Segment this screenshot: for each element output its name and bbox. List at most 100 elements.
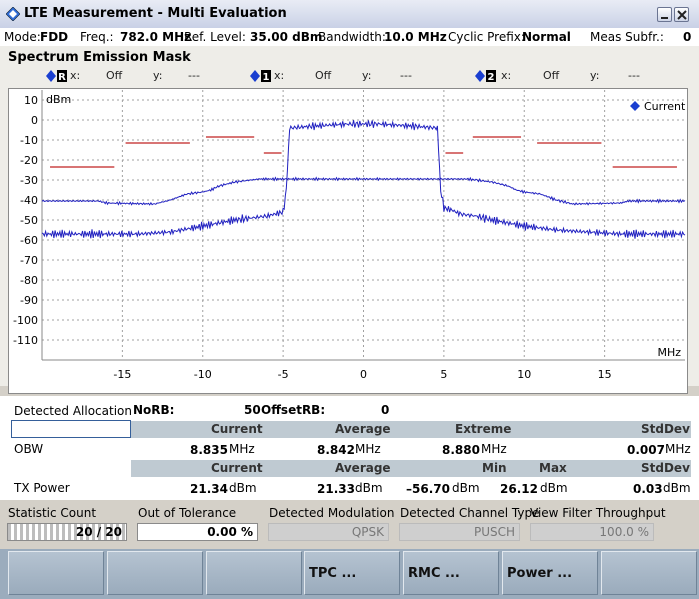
offsetrb-value: 0	[381, 403, 390, 417]
y-tick-label: -40	[20, 194, 38, 207]
obw-average-unit: MHz	[355, 442, 381, 456]
txpower-current-unit: dBm	[229, 481, 257, 495]
x-tick-label: -5	[278, 368, 289, 381]
out-of-tolerance-label: Out of Tolerance	[138, 506, 237, 520]
out-of-tolerance-field: 0.00 %	[137, 523, 258, 541]
app-logo-icon	[6, 7, 20, 21]
marker-r-icon[interactable]: R	[46, 70, 68, 82]
marker-r-x-label: x:	[70, 69, 81, 82]
y-tick-label: -50	[20, 214, 38, 227]
softkey-bar: TPC ... RMC ... Power ...	[0, 549, 699, 599]
y-tick-label: -90	[20, 294, 38, 307]
allocation-input[interactable]	[11, 420, 131, 438]
softkey-1[interactable]	[8, 551, 104, 595]
txpower-max-unit: dBm	[540, 481, 568, 495]
txpower-header-max: Max	[539, 461, 567, 475]
cyclic-prefix-label: Cyclic Prefix:	[448, 30, 525, 44]
y-tick-label: -20	[20, 154, 38, 167]
offsetrb-label: OffsetRB:	[261, 403, 326, 417]
obw-header-extreme: Extreme	[455, 422, 512, 436]
marker-1-y-value: ---	[400, 69, 412, 82]
statistics-row: Statistic Count 20 / 20 Out of Tolerance…	[0, 503, 699, 547]
obw-current-unit: MHz	[229, 442, 255, 456]
y-tick-label: 0	[31, 114, 38, 127]
txpower-header-average: Average	[335, 461, 391, 475]
obw-current: 8.835	[190, 443, 228, 457]
detected-channel-type-field: PUSCH	[399, 523, 520, 541]
txpower-stddev-unit: dBm	[663, 481, 691, 495]
txpower-label: TX Power	[14, 481, 70, 495]
bandwidth-label: Bandwidth:	[318, 30, 386, 44]
legend-label: Current	[644, 100, 686, 113]
y-tick-label: -30	[20, 174, 38, 187]
softkey-2[interactable]	[107, 551, 203, 595]
y-tick-label: -70	[20, 254, 38, 267]
meas-subframe-value: 0	[683, 30, 692, 44]
obw-header-average: Average	[335, 422, 391, 436]
marker-1-x-value: Off	[315, 69, 332, 82]
marker-2-x-label: x:	[501, 69, 512, 82]
detected-allocation-label: Detected Allocation	[14, 404, 132, 418]
softkey-rmc[interactable]: RMC ...	[403, 551, 499, 595]
bandwidth-value: 10.0 MHz	[384, 30, 447, 44]
txpower-header-min: Min	[482, 461, 507, 475]
norb-label: NoRB:	[133, 403, 175, 417]
softkey-tpc[interactable]: TPC ...	[304, 551, 400, 595]
marker-1-id: 1	[263, 72, 270, 82]
marker-1-icon[interactable]: 1	[250, 70, 272, 82]
txpower-min-unit: dBm	[452, 481, 480, 495]
close-button[interactable]	[674, 7, 689, 22]
x-tick-label: -10	[194, 368, 212, 381]
txpower-header-current: Current	[211, 461, 263, 475]
ref-level-value: 35.00 dBm	[250, 30, 323, 44]
obw-header-stddev: StdDev	[641, 422, 690, 436]
marker-r-x-value: Off	[106, 69, 123, 82]
x-tick-label: 5	[440, 368, 447, 381]
obw-extreme: 8.880	[442, 443, 480, 457]
txpower-header-stddev: StdDev	[641, 461, 690, 475]
txpower-header: Current Average Min Max StdDev	[131, 460, 691, 477]
ref-level-label: Ref. Level:	[184, 30, 246, 44]
softkey-7[interactable]	[601, 551, 697, 595]
x-axis-unit: MHz	[657, 346, 681, 359]
detected-channel-type-label: Detected Channel Type	[400, 506, 540, 520]
softkey-power[interactable]: Power ...	[502, 551, 598, 595]
freq-label: Freq.:	[80, 30, 114, 44]
x-tick-label: 10	[517, 368, 531, 381]
y-tick-label: -10	[20, 134, 38, 147]
detected-modulation-label: Detected Modulation	[269, 506, 395, 520]
marker-2-id: 2	[488, 72, 495, 82]
minimize-icon	[661, 17, 668, 19]
detected-modulation-field: QPSK	[268, 523, 389, 541]
obw-stddev-unit: MHz	[665, 442, 691, 456]
window-title: LTE Measurement - Multi Evaluation	[24, 6, 287, 21]
obw-label: OBW	[14, 442, 44, 456]
results-area: Detected Allocation NoRB: 50 OffsetRB: 0…	[0, 396, 699, 500]
y-tick-label: -100	[13, 314, 38, 327]
txpower-current: 21.34	[190, 482, 228, 496]
y-tick-label: -110	[13, 334, 38, 347]
txpower-average: 21.33	[317, 482, 355, 496]
statistic-count-label: Statistic Count	[8, 506, 97, 520]
obw-header-current: Current	[211, 422, 263, 436]
y-tick-label: -80	[20, 274, 38, 287]
marker-1-x-label: x:	[274, 69, 285, 82]
txpower-max: 26.12	[500, 482, 538, 496]
minimize-button[interactable]	[657, 7, 672, 22]
y-tick-label: 10	[24, 94, 38, 107]
softkey-3[interactable]	[206, 551, 302, 595]
marker-r-y-label: y:	[153, 69, 163, 82]
obw-stddev: 0.007	[627, 443, 665, 457]
marker-2-x-value: Off	[543, 69, 560, 82]
y-axis-unit: dBm	[46, 93, 71, 106]
meas-subframe-label: Meas Subfr.:	[590, 30, 664, 44]
freq-value: 782.0 MHz	[120, 30, 192, 44]
close-icon	[677, 10, 687, 20]
marker-2-y-label: y:	[590, 69, 600, 82]
spectrum-chart: -15 -10 -5 0 5 10 15100-10-20-30-40-50-60-70-8…	[8, 88, 688, 394]
obw-header: Current Average Extreme StdDev	[131, 421, 691, 438]
x-tick-label: 0	[360, 368, 367, 381]
view-filter-throughput-label: View Filter Throughput	[530, 506, 666, 520]
marker-row: R x: Off y: --- 1 x: Off y: --- 2 x: Off…	[0, 68, 699, 84]
marker-2-icon[interactable]: 2	[475, 70, 497, 82]
